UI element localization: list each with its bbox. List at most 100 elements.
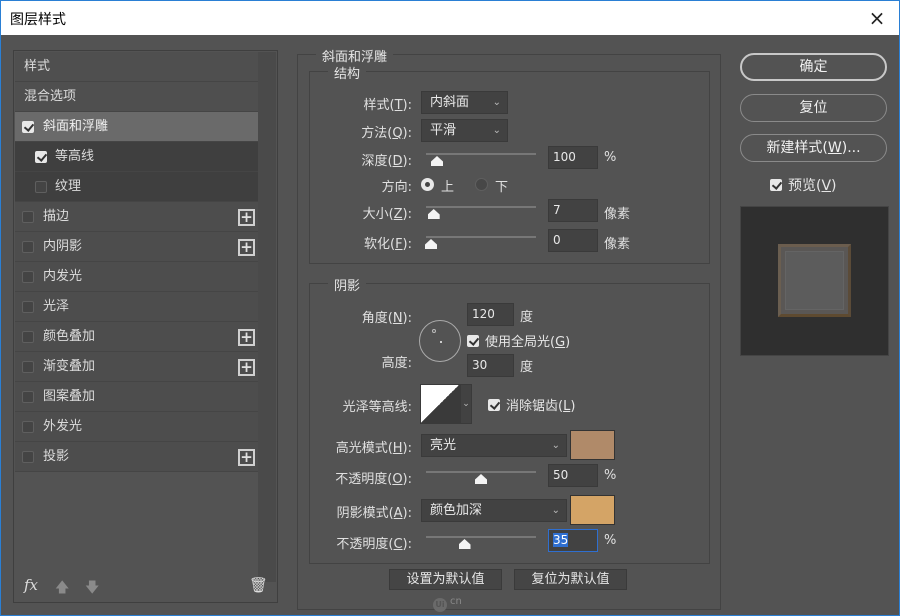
angle-input[interactable]: 120 xyxy=(467,303,514,326)
style-checkbox[interactable] xyxy=(22,121,34,133)
preview-thumbnail xyxy=(778,244,851,317)
move-down-icon[interactable]: 🡇 xyxy=(85,577,99,601)
style-checkbox[interactable] xyxy=(35,181,47,193)
slider-thumb[interactable] xyxy=(431,156,443,166)
slider-thumb[interactable] xyxy=(427,209,440,219)
list-item-style[interactable]: 内发光 xyxy=(15,262,258,292)
style-checkbox[interactable] xyxy=(22,301,34,313)
shadow-mode-select[interactable]: 颜色加深 ⌄ xyxy=(421,499,567,522)
list-scrollbar[interactable] xyxy=(258,52,276,582)
chevron-down-icon: ⌄ xyxy=(492,125,501,136)
style-checkbox[interactable] xyxy=(22,211,34,223)
shadow-opacity-input[interactable]: 35 xyxy=(548,529,598,552)
chevron-down-icon: ⌄ xyxy=(551,440,560,451)
soften-slider[interactable] xyxy=(425,233,536,249)
chevron-down-icon: ⌄ xyxy=(551,505,560,516)
slider-thumb[interactable] xyxy=(425,239,437,249)
global-light-checkbox[interactable]: 使用全局光(G) xyxy=(467,331,570,350)
style-checkbox[interactable] xyxy=(22,271,34,283)
close-icon[interactable]: × xyxy=(865,6,889,30)
list-item-style[interactable]: 投影 + xyxy=(15,442,258,472)
antialias-check[interactable] xyxy=(488,399,500,411)
preview-check[interactable] xyxy=(770,179,782,191)
add-icon[interactable]: + xyxy=(238,239,255,256)
technique-select[interactable]: 平滑 ⌄ xyxy=(421,119,508,142)
list-item-style[interactable]: 内阴影 + xyxy=(15,232,258,262)
highlight-mode-value: 亮光 xyxy=(430,438,457,453)
list-item-style[interactable]: 光泽 xyxy=(15,292,258,322)
global-light-check[interactable] xyxy=(467,335,479,347)
add-icon[interactable]: + xyxy=(238,359,255,376)
shadow-color-swatch[interactable] xyxy=(570,495,615,525)
style-label: 样式(T): xyxy=(363,98,412,113)
highlight-opacity-input[interactable]: 50 xyxy=(548,464,598,487)
list-item-style[interactable]: 等高线 xyxy=(15,142,258,172)
style-checkbox[interactable] xyxy=(22,331,34,343)
list-item-style[interactable]: 图案叠加 xyxy=(15,382,258,412)
altitude-input[interactable]: 30 xyxy=(467,354,514,377)
add-icon[interactable]: + xyxy=(238,209,255,226)
style-checkbox[interactable] xyxy=(22,421,34,433)
list-header-styles[interactable]: 样式 xyxy=(15,52,258,82)
style-checkbox[interactable] xyxy=(22,391,34,403)
depth-input[interactable]: 100 xyxy=(548,146,598,169)
style-checkbox[interactable] xyxy=(22,361,34,373)
list-footer: fx 🡅 🡇 🗑 xyxy=(22,576,272,596)
depth-unit: % xyxy=(604,150,617,165)
list-item-style[interactable]: 外发光 xyxy=(15,412,258,442)
highlight-mode-select[interactable]: 亮光 ⌄ xyxy=(421,434,567,457)
highlight-opacity-slider[interactable] xyxy=(426,468,536,484)
list-item-blending-options[interactable]: 混合选项 xyxy=(15,82,258,112)
style-label: 颜色叠加 xyxy=(43,329,96,344)
depth-slider[interactable] xyxy=(426,150,536,166)
style-label: 等高线 xyxy=(55,149,95,164)
direction-down-radio[interactable] xyxy=(475,178,488,191)
angle-dial[interactable] xyxy=(419,320,461,362)
trash-icon[interactable]: 🗑 xyxy=(249,576,268,594)
list-item-style[interactable]: 渐变叠加 + xyxy=(15,352,258,382)
slider-thumb[interactable] xyxy=(475,474,487,484)
gloss-contour-preview[interactable] xyxy=(420,384,460,424)
title-bar: 图层样式 × xyxy=(1,0,899,35)
slider-thumb[interactable] xyxy=(458,539,471,549)
make-default-button[interactable]: 设置为默认值 xyxy=(389,569,502,590)
shadow-opacity-label: 不透明度(C): xyxy=(336,537,412,552)
antialias-checkbox[interactable]: 消除锯齿(L) xyxy=(488,395,575,414)
watermark: Ui cn xyxy=(433,596,462,612)
list-item-style[interactable]: 颜色叠加 + xyxy=(15,322,258,352)
style-select[interactable]: 内斜面 ⌄ xyxy=(421,91,508,114)
style-list: 样式 混合选项 斜面和浮雕 等高线 纹理 描边 + 内阴影 + 内发光 光泽 颜色叠加 + 渐变叠加 +… xyxy=(15,52,258,472)
highlight-color-swatch[interactable] xyxy=(570,430,615,460)
layer-style-dialog: 样式 混合选项 斜面和浮雕 等高线 纹理 描边 + 内阴影 + 内发光 光泽 颜色叠加 + 渐变叠加 +… xyxy=(1,35,899,615)
style-checkbox[interactable] xyxy=(22,241,34,253)
list-item-style[interactable]: 描边 + xyxy=(15,202,258,232)
add-icon[interactable]: + xyxy=(238,449,255,466)
reset-button[interactable]: 复位 xyxy=(740,94,887,122)
shadow-opacity-slider[interactable] xyxy=(426,533,536,549)
structure-group: 结构 样式(T): 内斜面 ⌄ 方法(Q): 平滑 ⌄ 深度(D): 100 % 方… xyxy=(309,63,710,264)
add-icon[interactable]: + xyxy=(238,329,255,346)
blending-options-label: 混合选项 xyxy=(24,89,77,104)
preview-checkbox[interactable]: 预览(V) xyxy=(770,175,837,195)
new-style-button[interactable]: 新建样式(W)... xyxy=(740,134,887,162)
size-slider[interactable] xyxy=(426,203,536,219)
move-up-icon[interactable]: 🡅 xyxy=(55,577,69,601)
chevron-down-icon: ⌄ xyxy=(492,97,501,108)
style-label: 内发光 xyxy=(43,269,83,284)
list-item-style[interactable]: 纹理 xyxy=(15,172,258,202)
direction-up-radio[interactable] xyxy=(421,178,434,191)
style-label: 外发光 xyxy=(43,419,83,434)
soften-input[interactable]: 0 xyxy=(548,229,598,252)
list-item-style[interactable]: 斜面和浮雕 xyxy=(15,112,258,142)
altitude-label: 高度: xyxy=(381,356,412,371)
style-value: 内斜面 xyxy=(430,95,470,110)
ok-button[interactable]: 确定 xyxy=(740,53,887,81)
size-input[interactable]: 7 xyxy=(548,199,598,222)
fx-icon[interactable]: fx xyxy=(24,576,38,594)
style-checkbox[interactable] xyxy=(35,151,47,163)
style-label: 纹理 xyxy=(55,179,82,194)
style-checkbox[interactable] xyxy=(22,451,34,463)
highlight-opacity-label: 不透明度(O): xyxy=(335,472,412,487)
reset-default-button[interactable]: 复位为默认值 xyxy=(514,569,627,590)
gloss-contour-dropdown[interactable]: ⌄ xyxy=(460,384,472,424)
